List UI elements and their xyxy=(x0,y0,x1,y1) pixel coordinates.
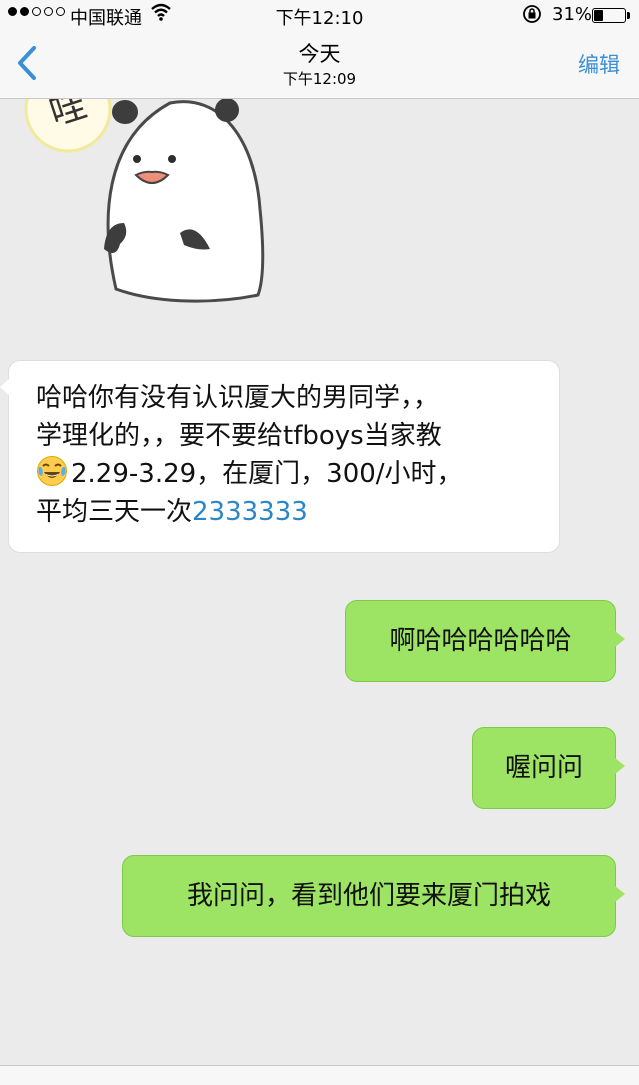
message-text-line: 学理化的，，要不要给tfboys当家教 xyxy=(36,421,442,451)
chat-thread[interactable]: 哇 哈哈你有没有认识厦大的男同学，， 学理化的，，要不要给tfboys当家教 2… xyxy=(0,99,639,1065)
message-text-row: 平均三天一次2333333 xyxy=(36,493,539,531)
page-subtitle: 下午12:09 xyxy=(282,70,357,88)
outgoing-message-bubble[interactable]: 我问问，看到他们要来厦门拍戏 xyxy=(122,855,625,937)
outgoing-message-bubble[interactable]: 喔问问 xyxy=(472,727,625,809)
status-bar: 中国联通 下午12:10 31% xyxy=(0,0,639,30)
incoming-message-bubble[interactable]: 哈哈你有没有认识厦大的男同学，， 学理化的，，要不要给tfboys当家教 2.2… xyxy=(0,360,560,553)
message-text: 喔问问 xyxy=(504,753,583,783)
battery-icon xyxy=(592,8,626,23)
page-title: 今天 xyxy=(298,42,341,66)
message-text: 啊哈哈哈哈哈哈 xyxy=(389,626,572,656)
battery-tip xyxy=(627,12,630,19)
status-time: 下午12:10 xyxy=(275,8,364,29)
bottom-toolbar[interactable] xyxy=(0,1065,639,1085)
panda-sticker[interactable]: 哇 xyxy=(20,99,280,319)
navigation-bar: 今天 下午12:09 编辑 xyxy=(0,30,639,99)
message-text-line: 2.29-3.29，在厦门，300/小时， xyxy=(71,459,463,489)
tears-of-joy-emoji-icon xyxy=(37,456,67,486)
battery-percent: 31% xyxy=(552,4,593,25)
outgoing-message-bubble[interactable]: 啊哈哈哈哈哈哈 xyxy=(345,600,625,682)
message-text-row: 2.29-3.29，在厦门，300/小时， xyxy=(36,455,539,493)
rotation-lock-icon xyxy=(521,3,543,30)
message-text-line: 哈哈你有没有认识厦大的男同学，， xyxy=(36,383,440,413)
edit-button[interactable]: 编辑 xyxy=(578,49,620,79)
message-text: 我问问，看到他们要来厦门拍戏 xyxy=(186,881,551,911)
message-text-line: 平均三天一次 xyxy=(36,497,193,527)
message-number-link[interactable]: 2333333 xyxy=(192,497,308,527)
